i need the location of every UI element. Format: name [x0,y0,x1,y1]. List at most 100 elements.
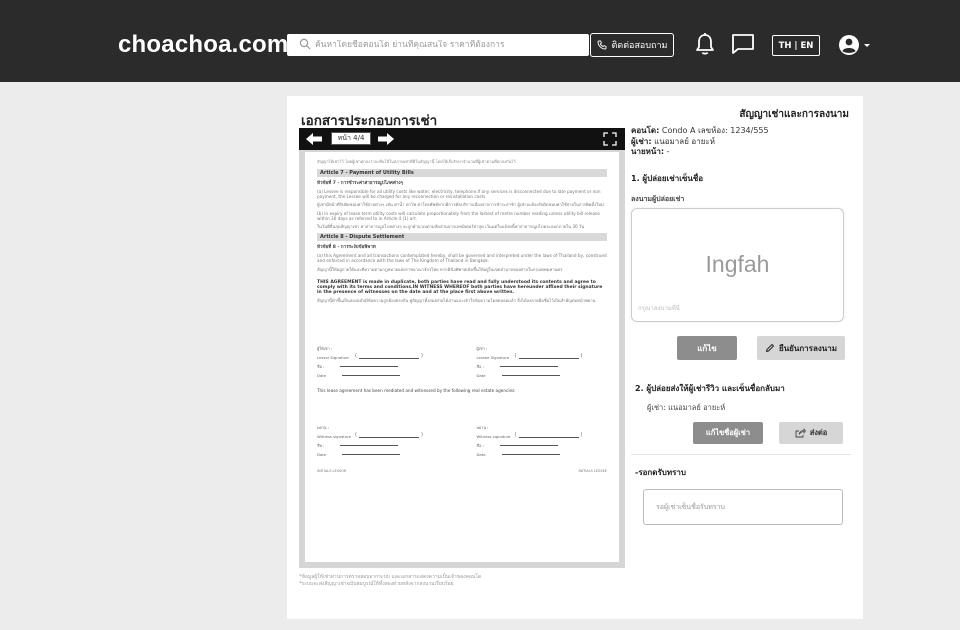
acknowledgement-status-field: รอผู้เช่าเซ็นชื่อรับทราบ [643,489,843,525]
top-navigation-bar: choachoa.com ติดต่อสอบถาม TH | EN [0,0,960,82]
signature-line [515,352,583,361]
witness-signature-block: พยาน : Witness signature ชื่อ : Date [477,423,608,459]
notification-bell-icon[interactable] [694,32,716,56]
contact-label: ติดต่อสอบถาม [611,41,668,51]
contact-button[interactable]: ติดต่อสอบถาม [590,33,674,57]
step2-title: 2. ผู้ปล่อยส่งให้ผู้เช่ารีวิว และเซ็นชื่… [635,384,785,393]
doc-text: ผู้เช่ามีหน้าที่รับผิดชอบค่าใช้จ่ายต่างๆ… [317,202,604,208]
witness-signature-label: Witness signature [476,433,511,439]
user-account-icon[interactable] [837,33,873,57]
article-heading: Article 8 - Dispute Settlement [317,233,607,242]
confirm-label: ยืนยันการลงนาม [779,343,837,353]
witness-signature-block: พยาน : Witness signature ชื่อ : Date [317,423,448,459]
name-line [499,366,558,368]
mediation-note: This lease agreement has been mediated a… [317,387,516,393]
tenant-value: แนอมาลย์ อายะห์ [654,136,715,146]
signature-line [355,431,423,440]
share-icon [795,428,806,438]
witness-signature-label: Witness signature [317,433,352,439]
lessor-signature-label: Lessor Signature [317,354,349,360]
forward-label: ส่งต่อ [809,428,828,437]
lessor-sign-label: ลงนามผู้ปล่อยเช่า [631,195,685,203]
name-label: ชื่อ : [317,442,325,448]
search-icon [299,38,311,50]
condo-value: Condo A เลขห้อง: 1234/555 [661,126,769,135]
fullscreen-icon[interactable] [603,132,617,146]
phone-icon [597,40,606,50]
document-page: สัญญาให้เช่าไว้ โดยผู้เช่าตกลงว่าจะคืนให… [305,152,619,562]
name-label: ชื่อ : [476,442,484,448]
page-indicator[interactable]: หน้า 4/4 [331,132,371,145]
confirm-signature-button[interactable]: ยืนยันการลงนาม [757,336,845,360]
date-line [342,375,401,377]
date-label: Date [317,372,327,378]
name-line [340,445,399,447]
condo-label: คอนโด: [631,126,660,135]
signature-pad[interactable]: Ingfah กรุณาลงนามที่นี่ [631,208,844,322]
divider [631,454,851,455]
search-input[interactable] [315,40,589,50]
forward-button[interactable]: ส่งต่อ [779,422,843,444]
initials-lessee: INITIALS LESSEE [578,468,607,473]
agreement-text: THIS AGREEMENT is made in duplicate, bot… [317,279,603,296]
signature-line [355,352,423,361]
date-label: Date [476,451,486,457]
lease-details: คอนโด: Condo A เลขห้อง: 1234/555 ผู้เช่า… [631,126,769,158]
doc-text: (b) In expiry of lease term utility cost… [317,210,600,221]
initials-lessor: INITIALS LESSOR [317,468,347,473]
date-line [501,454,560,456]
lessee-signature-block: ผู้เช่า : Lessee Signature ชื่อ : Date [477,344,608,380]
search-bar[interactable] [287,34,589,56]
signature-hint: กรุณาลงนามที่นี่ [638,305,680,312]
witness-label: พยาน : [476,424,489,430]
agent-value: - [666,147,670,156]
doc-text: ในวันที่สิ้นสุดสัญญาเช่า ค่าสาธารณูปโภคต… [317,224,585,230]
previous-page-arrow-icon[interactable] [305,132,323,146]
doc-text: สัญญานี้ให้อยู่ภายใต้และตีความตามกฎหมายแ… [317,266,563,272]
signature-line [515,431,583,440]
witness-section: พยาน : Witness signature ชื่อ : Date พยา… [317,423,607,459]
article-subheading: หัวข้อที่ 7 - การชำระค่าสาธารณูปโภคต่างๆ [317,181,404,186]
lessor-label: ผู้ให้เช่า : [317,345,333,351]
name-label: ชื่อ : [317,363,325,369]
lessee-signature-label: Lessee Signature [476,354,510,360]
doc-text: สัญญานี้ทำขึ้นเป็นสองฉบับมีข้อความถูกต้อ… [317,298,596,304]
chat-icon[interactable] [731,33,755,55]
viewer-toolbar: หน้า 4/4 [299,128,625,150]
footnotes: *ข้อมูลผู้ให้เช่าผ่านการตรวจสอบจากระบบ แ… [299,574,481,588]
lessor-signature-block: ผู้ให้เช่า : Lessor Signature ชื่อ : Dat… [317,344,448,380]
footnote: *ระบบจะส่งสัญญาเช่าฉบับสมบูรณ์ให้ทั้งสอง… [299,581,454,587]
next-page-arrow-icon[interactable] [377,132,395,146]
step3-title: -รอกดรับทราบ [635,468,686,477]
document-viewer: หน้า 4/4 สัญญาให้เช่าไว้ โดยผู้เช่าตกลงว… [299,128,625,568]
signature-value: Ingfah [705,251,770,277]
name-label: ชื่อ : [476,363,484,369]
date-line [501,375,560,377]
edit-tenant-name-button[interactable]: แก้ไขชื่อผู้เช่า [693,422,763,444]
witness-label: พยาน : [317,424,329,430]
edit-signature-button[interactable]: แก้ไข [677,336,737,360]
doc-text: (a) this Agreement and all transactions … [317,253,607,264]
lessee-label: ผู้เช่า : [476,345,488,351]
initials-row: INITIALS LESSOR INITIALS LESSEE [317,469,607,473]
date-label: Date [317,451,327,457]
agent-label: นายหน้า: [631,147,665,156]
tenant-label: ผู้เช่า: [631,136,652,146]
footnote: *ข้อมูลผู้ให้เช่าผ่านการตรวจสอบจากระบบ แ… [299,574,482,580]
contract-signing-title: สัญญาเช่าและการลงนาม [739,109,849,120]
tenant-line: ผู้เช่า: แนอมาลย์ อายะห์ [647,403,726,412]
name-line [340,366,399,368]
article-subheading: หัวข้อที่ 8 - การระงับข้อพิพาท [317,245,376,251]
doc-text: (a) Lessee is responsible for all utilit… [317,189,601,200]
signature-section: ผู้ให้เช่า : Lessor Signature ชื่อ : Dat… [317,344,607,380]
name-line [499,445,558,447]
date-label: Date [476,372,486,378]
doc-text: สัญญาให้เช่าไว้ โดยผู้เช่าตกลงว่าจะคืนให… [317,159,516,164]
language-toggle[interactable]: TH | EN [772,35,820,56]
article-heading: Article 7 - Payment of Utility Bills [317,169,607,177]
date-line [342,454,401,456]
step1-title: 1. ผู้ปล่อยเช่าเซ็นชื่อ [631,174,704,183]
pen-icon [766,344,774,352]
lease-document-card: เอกสารประกอบการเช่า สัญญาเช่าและการลงนาม… [287,96,863,619]
site-logo[interactable]: choachoa.com [118,31,288,59]
